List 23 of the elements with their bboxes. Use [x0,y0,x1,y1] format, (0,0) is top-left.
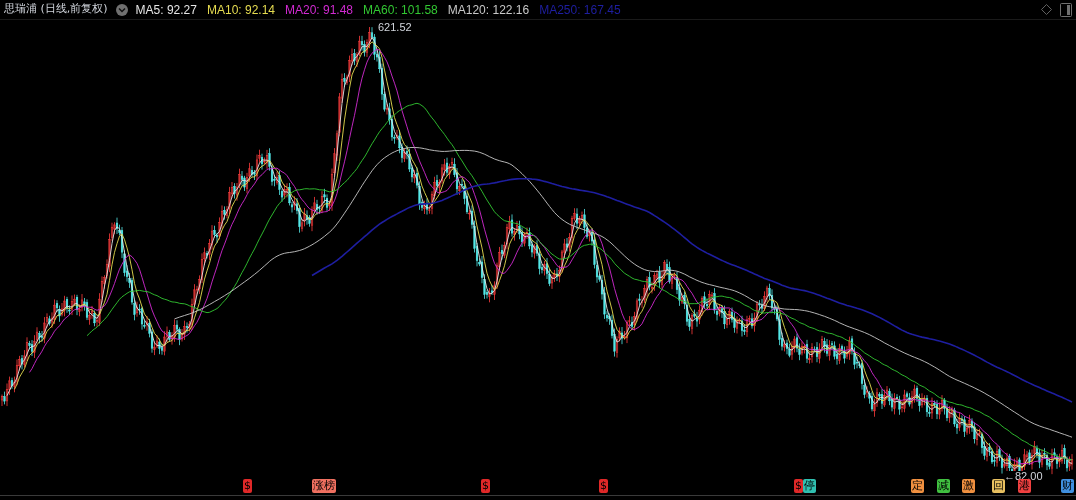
chart-title: 思瑞浦 (日线,前复权) [4,1,108,18]
event-marker[interactable]: 回 [992,479,1005,493]
moving-average-value: MA20: 91.48 [285,1,354,19]
diamond-icon[interactable] [1041,4,1052,15]
event-marker[interactable]: 港 [1018,479,1031,493]
event-marker[interactable]: 减 [937,479,950,493]
event-marker[interactable]: $ [243,479,252,493]
moving-average-value: MA250: 167.45 [539,1,621,19]
moving-average-value: MA60: 101.58 [363,1,438,19]
event-marker[interactable]: $ [599,479,608,493]
moving-average-value: MA10: 92.14 [206,1,275,19]
event-marker[interactable]: 涨榜 [312,479,336,493]
high-price-label: 621.52 [378,22,412,33]
dropdown-icon[interactable] [115,3,128,16]
event-marker[interactable]: $ [481,479,490,493]
event-marker[interactable]: 定 [911,479,924,493]
event-marker[interactable]: 财 [1061,479,1074,493]
event-marker[interactable]: 停 [803,479,816,493]
event-marker[interactable]: 激 [962,479,975,493]
moving-average-value: MA120: 122.16 [447,1,530,19]
event-marker[interactable]: $ [794,479,803,493]
moving-average-value: MA5: 92.27 [135,1,197,19]
panel-icon[interactable] [1060,2,1072,17]
